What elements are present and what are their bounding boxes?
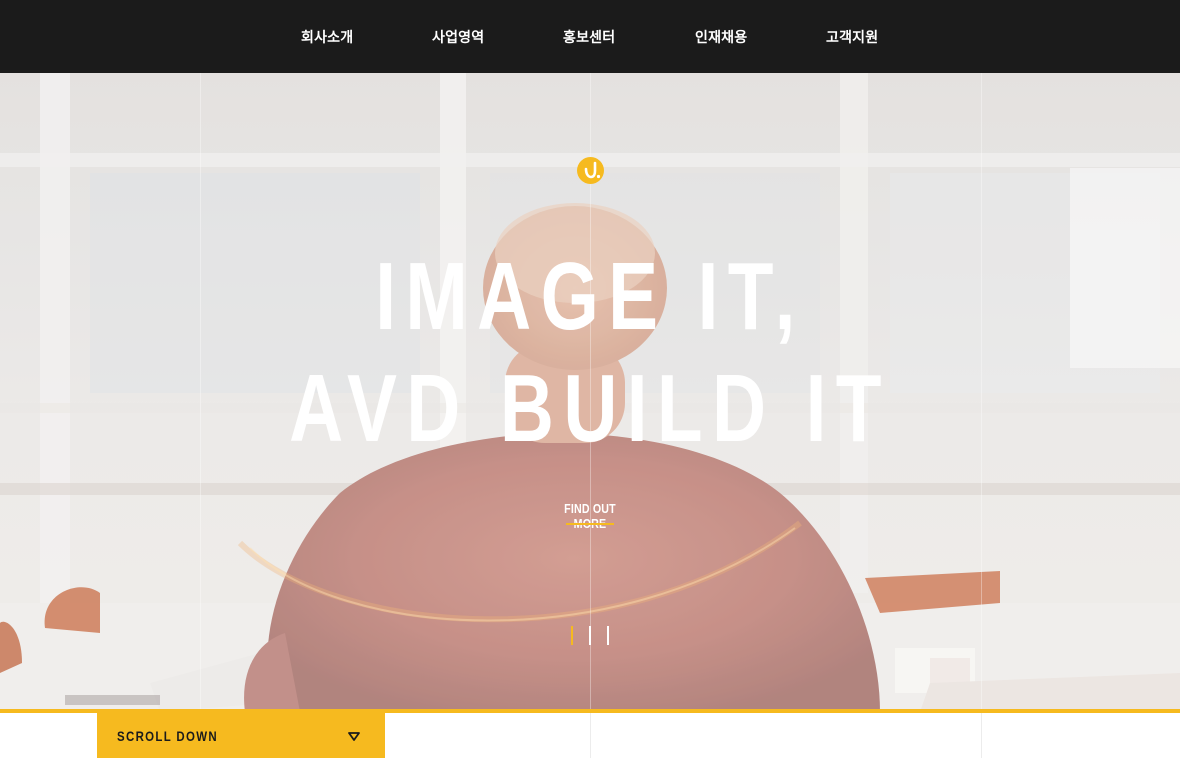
slide-indicator-2[interactable] [589,626,591,645]
nav-item-company[interactable]: 회사소개 [301,0,353,73]
nav-item-business[interactable]: 사업영역 [432,0,484,73]
top-navigation: 회사소개 사업영역 홍보센터 인재채용 고객지원 [0,0,1180,73]
hero-headline-line-1: IMAGE IT, [375,243,805,350]
scroll-down-button[interactable]: SCROLL DOWN [97,713,385,758]
grid-guide-line [590,713,591,758]
nav-item-pr-center[interactable]: 홍보센터 [563,0,615,73]
grid-guide-line [981,713,982,758]
find-out-more-link[interactable]: FIND OUT MORE [549,501,631,531]
hero-section: IMAGE IT, AVD BUILD IT FIND OUT MORE [0,73,1180,712]
triangle-down-icon [348,732,360,741]
nav-menu: 회사소개 사업영역 홍보센터 인재채용 고객지원 [0,0,1180,73]
hero-headline-line-2: AVD BUILD IT [289,355,891,462]
nav-item-support[interactable]: 고객지원 [826,0,878,73]
hero-headline: IMAGE IT, AVD BUILD IT [130,241,1050,465]
slide-indicator-1[interactable] [571,626,573,645]
slide-pagination [570,626,614,646]
slide-indicator-3[interactable] [607,626,609,645]
brand-logo-icon [577,157,604,184]
nav-item-careers[interactable]: 인재채용 [695,0,747,73]
find-out-more-underline [566,523,614,525]
scroll-down-label: SCROLL DOWN [117,728,218,744]
